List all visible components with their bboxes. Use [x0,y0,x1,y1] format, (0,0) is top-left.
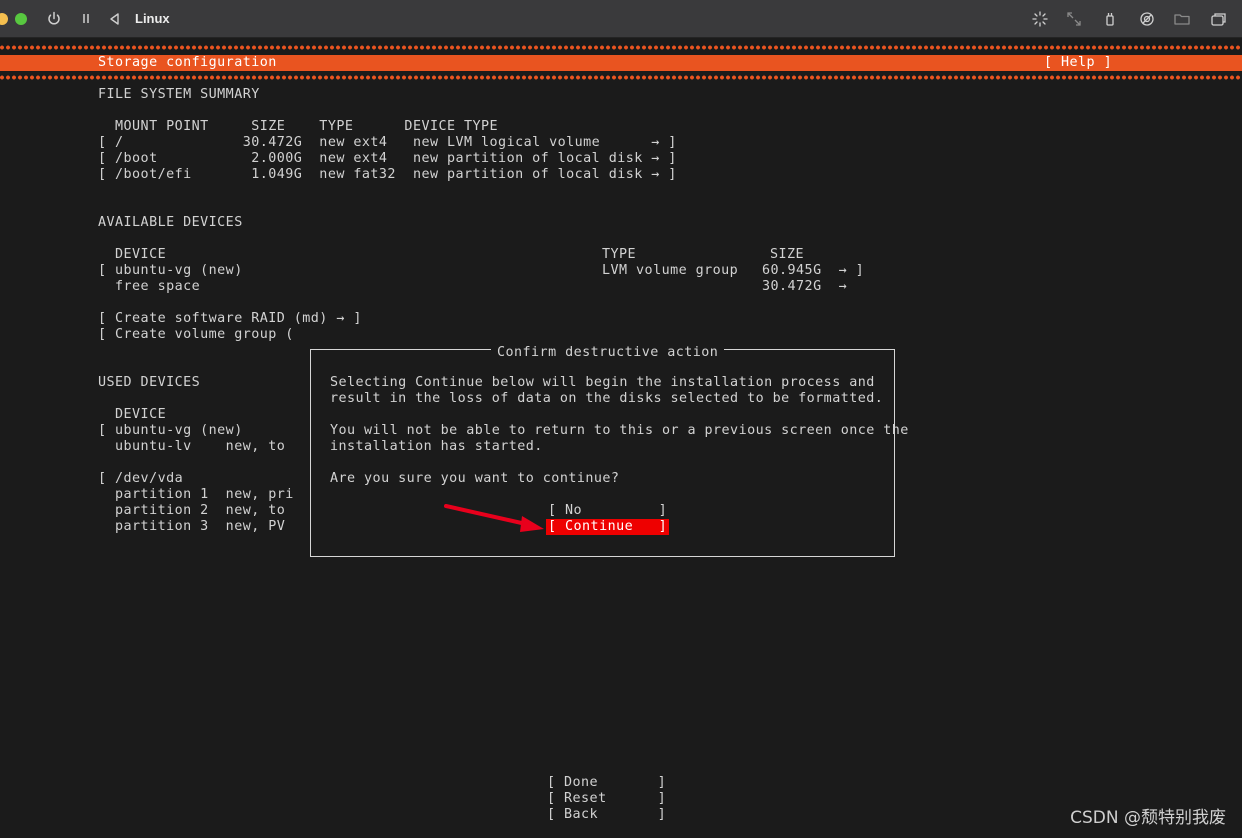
dialog-text-line: You will not be able to return to this o… [330,423,909,438]
header-bar: Storage configuration [ Help ] [0,55,1242,71]
header-bottom-dots [0,74,1242,81]
available-col-size: SIZE [770,247,805,262]
dialog-text-line: installation has started. [330,439,543,454]
create-vg-button[interactable]: [ Create volume group ( [98,327,294,343]
dialog-text-line: result in the loss of data on the disks … [330,391,884,406]
used-devices-heading: USED DEVICES [98,375,201,390]
available-free-space: free space [98,279,201,294]
used-row: partition 1 new, pri [98,487,294,502]
done-button[interactable]: [ Done ] [547,775,666,791]
audio-icon[interactable] [1137,9,1157,29]
annotation-arrow-icon [444,504,544,532]
zoom-button[interactable] [15,13,27,25]
no-button[interactable]: [ No ] [548,503,667,519]
confirm-dialog: Confirm destructive action Selecting Con… [310,341,908,557]
folder-icon[interactable] [1172,9,1192,29]
page-title: Storage configuration [98,55,277,70]
used-row: partition 3 new, PV [98,519,286,534]
back-triangle-icon[interactable] [105,9,125,29]
available-vg-type: LVM volume group [602,263,739,278]
header-top-dots [0,44,1242,51]
fs-row-boot[interactable]: [ /boot 2.000G new ext4 new partition of… [98,151,677,167]
window-icon[interactable] [1208,9,1228,29]
usb-icon[interactable] [1100,9,1120,29]
dialog-title-wrap: Confirm destructive action [491,341,725,361]
available-col-device: DEVICE [98,247,167,262]
fs-summary-columns: MOUNT POINT SIZE TYPE DEVICE TYPE [98,119,499,134]
continue-button[interactable]: [ Continue ] [546,519,670,535]
create-raid-button[interactable]: [ Create software RAID (md) → ] [98,311,362,327]
dialog-title: Confirm destructive action [497,345,719,360]
used-row[interactable]: [ /dev/vda [98,471,183,487]
fs-row-boot-efi[interactable]: [ /boot/efi 1.049G new fat32 new partiti… [98,167,677,183]
used-row: partition 2 new, to [98,503,286,518]
brightness-icon[interactable] [1030,9,1050,29]
help-button[interactable]: [ Help ] [1044,55,1112,71]
available-col-type: TYPE [602,247,637,262]
used-row[interactable]: [ ubuntu-vg (new) [98,423,243,439]
available-vg-size[interactable]: 60.945G → ] [762,263,864,279]
minimize-button[interactable] [0,13,8,25]
dialog-text-line: Selecting Continue below will begin the … [330,375,875,390]
fs-row-root[interactable]: [ / 30.472G new ext4 new LVM logical vol… [98,135,677,151]
power-icon[interactable] [44,9,64,29]
window-title: Linux [135,11,170,26]
installer-terminal: Storage configuration [ Help ] FILE SYST… [0,39,1242,838]
fs-summary-heading: FILE SYSTEM SUMMARY [98,87,260,102]
pause-icon[interactable] [76,9,96,29]
dialog-question: Are you sure you want to continue? [330,471,620,486]
watermark: CSDN @颓特别我废 [1070,808,1226,828]
available-devices-heading: AVAILABLE DEVICES [98,215,243,230]
used-col-device: DEVICE [98,407,167,422]
available-free-size[interactable]: 30.472G → [762,279,847,295]
back-button[interactable]: [ Back ] [547,807,666,823]
used-row: ubuntu-lv new, to [98,439,286,454]
available-vg-row[interactable]: [ ubuntu-vg (new) [98,263,243,279]
reset-button[interactable]: [ Reset ] [547,791,666,807]
window-titlebar: Linux [0,0,1242,38]
fullscreen-icon[interactable] [1064,9,1084,29]
